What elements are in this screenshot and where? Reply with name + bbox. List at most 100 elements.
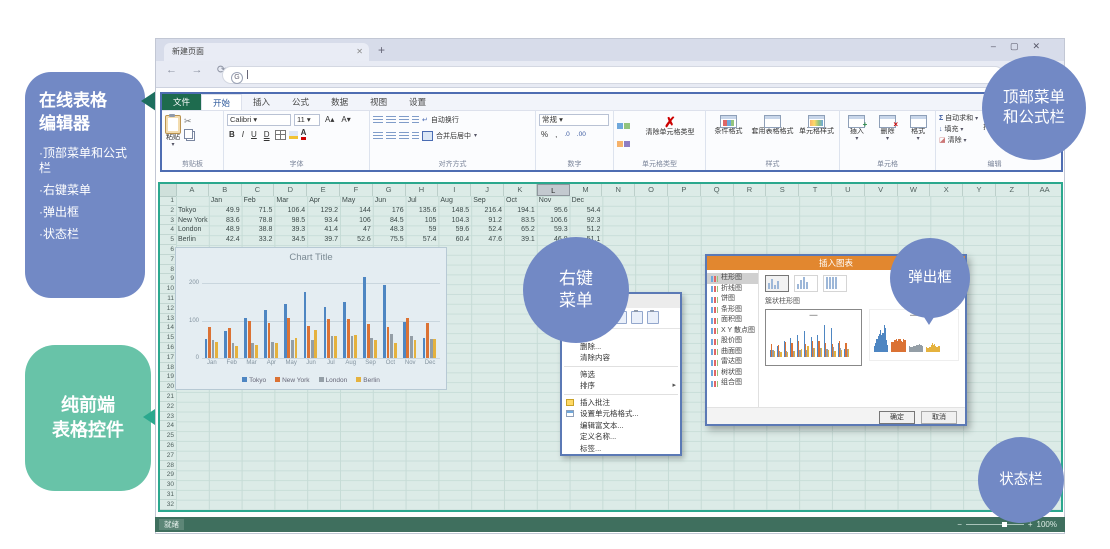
row-header-25[interactable]: 25 [160,431,176,441]
wrap-text-button[interactable]: 自动换行 [431,115,459,125]
grid-cell[interactable]: 104.3 [438,216,471,226]
chart-type-面积图[interactable]: 面积图 [707,315,758,326]
new-tab-button[interactable]: + [378,43,385,57]
chart-type-X Y 散点图[interactable]: X Y 散点图 [707,326,758,337]
cancel-button[interactable]: 取消 [921,411,957,424]
align-center-icon[interactable] [386,132,396,139]
grid-cell[interactable]: 39.3 [274,225,307,235]
clear-button[interactable]: ◪ 清除 ▾ [939,135,978,145]
grid-cell[interactable]: Jan [209,196,242,206]
grid-cell[interactable]: 129.2 [307,206,340,216]
grid-cell[interactable]: 106 [340,216,373,226]
menu-item-筛选[interactable]: 筛选 [562,369,680,381]
grid-cell[interactable]: 38.8 [242,225,275,235]
increase-decimal-button[interactable]: .0 [562,130,571,140]
cell-type-icons[interactable] [617,113,641,160]
chart-preview-selected[interactable]: ▬▬ [765,309,862,366]
url-bar[interactable]: G [222,66,1004,84]
row-header-28[interactable]: 28 [160,461,176,471]
ribbon-tab-插入[interactable]: 插入 [242,94,281,110]
autosum-button[interactable]: Σ 自动求和 ▾ [939,113,978,123]
align-middle-icon[interactable] [386,116,396,123]
grid-cell[interactable]: 48.3 [373,225,406,235]
row-header-18[interactable]: 18 [160,363,176,373]
align-bottom-icon[interactable] [399,116,409,123]
underline-button[interactable]: U [249,130,259,140]
row-header-27[interactable]: 27 [160,451,176,461]
grid-cell[interactable]: New York [176,216,209,226]
row-header-17[interactable]: 17 [160,353,176,363]
column-header-G[interactable]: G [373,184,406,196]
grid-cell[interactable]: Nov [537,196,570,206]
row-header-29[interactable]: 29 [160,470,176,480]
column-header-O[interactable]: O [635,184,668,196]
grid-cell[interactable]: 105 [406,216,439,226]
column-header-T[interactable]: T [799,184,832,196]
format-cells-button[interactable]: 格式▾ [910,113,927,160]
chart-subtype-thumb-1[interactable] [765,275,789,292]
grid-cell[interactable]: 91.2 [471,216,504,226]
fill-color-icon[interactable] [289,131,298,139]
grid-cell[interactable]: 41.4 [307,225,340,235]
grid-cell[interactable]: Jun [373,196,406,206]
copy-icon[interactable] [184,129,193,139]
number-format-select[interactable]: 常规 ▾ [539,114,609,126]
column-header-V[interactable]: V [865,184,898,196]
row-header-16[interactable]: 16 [160,343,176,353]
row-header-4[interactable]: 4 [160,225,176,235]
grid-cell[interactable]: 33.2 [242,235,275,245]
font-family-select[interactable]: Calibri ▾ [227,114,291,126]
chart-type-树状图[interactable]: 树状图 [707,368,758,379]
row-header-14[interactable]: 14 [160,323,176,333]
grid-cell[interactable]: Aug [438,196,471,206]
column-header-B[interactable]: B [209,184,242,196]
grow-font-button[interactable]: A▴ [323,115,336,125]
grid-cell[interactable]: 42.4 [209,235,242,245]
grid-cell[interactable]: 34.5 [274,235,307,245]
row-header-10[interactable]: 10 [160,284,176,294]
forward-icon[interactable]: → [191,64,202,76]
menu-item-定义名称[interactable]: 定义名称... [562,431,680,443]
row-header-3[interactable]: 3 [160,216,176,226]
grid-cell[interactable]: 75.5 [373,235,406,245]
grid-cell[interactable]: 65.2 [504,225,537,235]
row-header-31[interactable]: 31 [160,490,176,500]
grid-cell[interactable]: May [340,196,373,206]
grid-cell[interactable]: 84.5 [373,216,406,226]
grid-cell[interactable]: 49.9 [209,206,242,216]
row-header-13[interactable]: 13 [160,314,176,324]
grid-cell[interactable]: 194.1 [504,206,537,216]
italic-button[interactable]: I [240,130,246,140]
chart-subtype-thumb-2[interactable] [794,275,818,292]
grid-cell[interactable]: 144 [340,206,373,216]
comma-style-button[interactable]: , [553,130,559,140]
grid-cell[interactable]: Feb [242,196,275,206]
row-header-6[interactable]: 6 [160,245,176,255]
percent-style-button[interactable]: % [539,130,550,140]
menu-item-标签[interactable]: 标签... [562,443,680,455]
grid-cell[interactable]: 106.4 [274,206,307,216]
grid-cell[interactable]: 71.5 [242,206,275,216]
grid-cell[interactable]: 60.4 [438,235,471,245]
borders-icon[interactable] [275,130,286,140]
paste-button[interactable]: 粘贴 ▾ [165,113,181,160]
row-header-20[interactable]: 20 [160,382,176,392]
browser-tab[interactable]: 新建页面 ✕ [164,43,369,61]
zoom-out-button[interactable]: − [957,520,962,529]
row-header-8[interactable]: 8 [160,265,176,275]
grid-cell[interactable]: 39.7 [307,235,340,245]
maximize-button[interactable]: ▢ [1010,41,1033,51]
grid-cell[interactable]: Jul [406,196,439,206]
row-header-12[interactable]: 12 [160,304,176,314]
column-header-K[interactable]: K [504,184,537,196]
row-header-15[interactable]: 15 [160,333,176,343]
grid-cell[interactable]: 54.4 [570,206,603,216]
column-header-X[interactable]: X [930,184,963,196]
column-header-W[interactable]: W [898,184,931,196]
row-header-24[interactable]: 24 [160,421,176,431]
column-header-U[interactable]: U [832,184,865,196]
row-header-30[interactable]: 30 [160,480,176,490]
grid-cell[interactable]: 176 [373,206,406,216]
font-color-icon[interactable]: A [301,129,307,140]
column-header-S[interactable]: S [766,184,799,196]
